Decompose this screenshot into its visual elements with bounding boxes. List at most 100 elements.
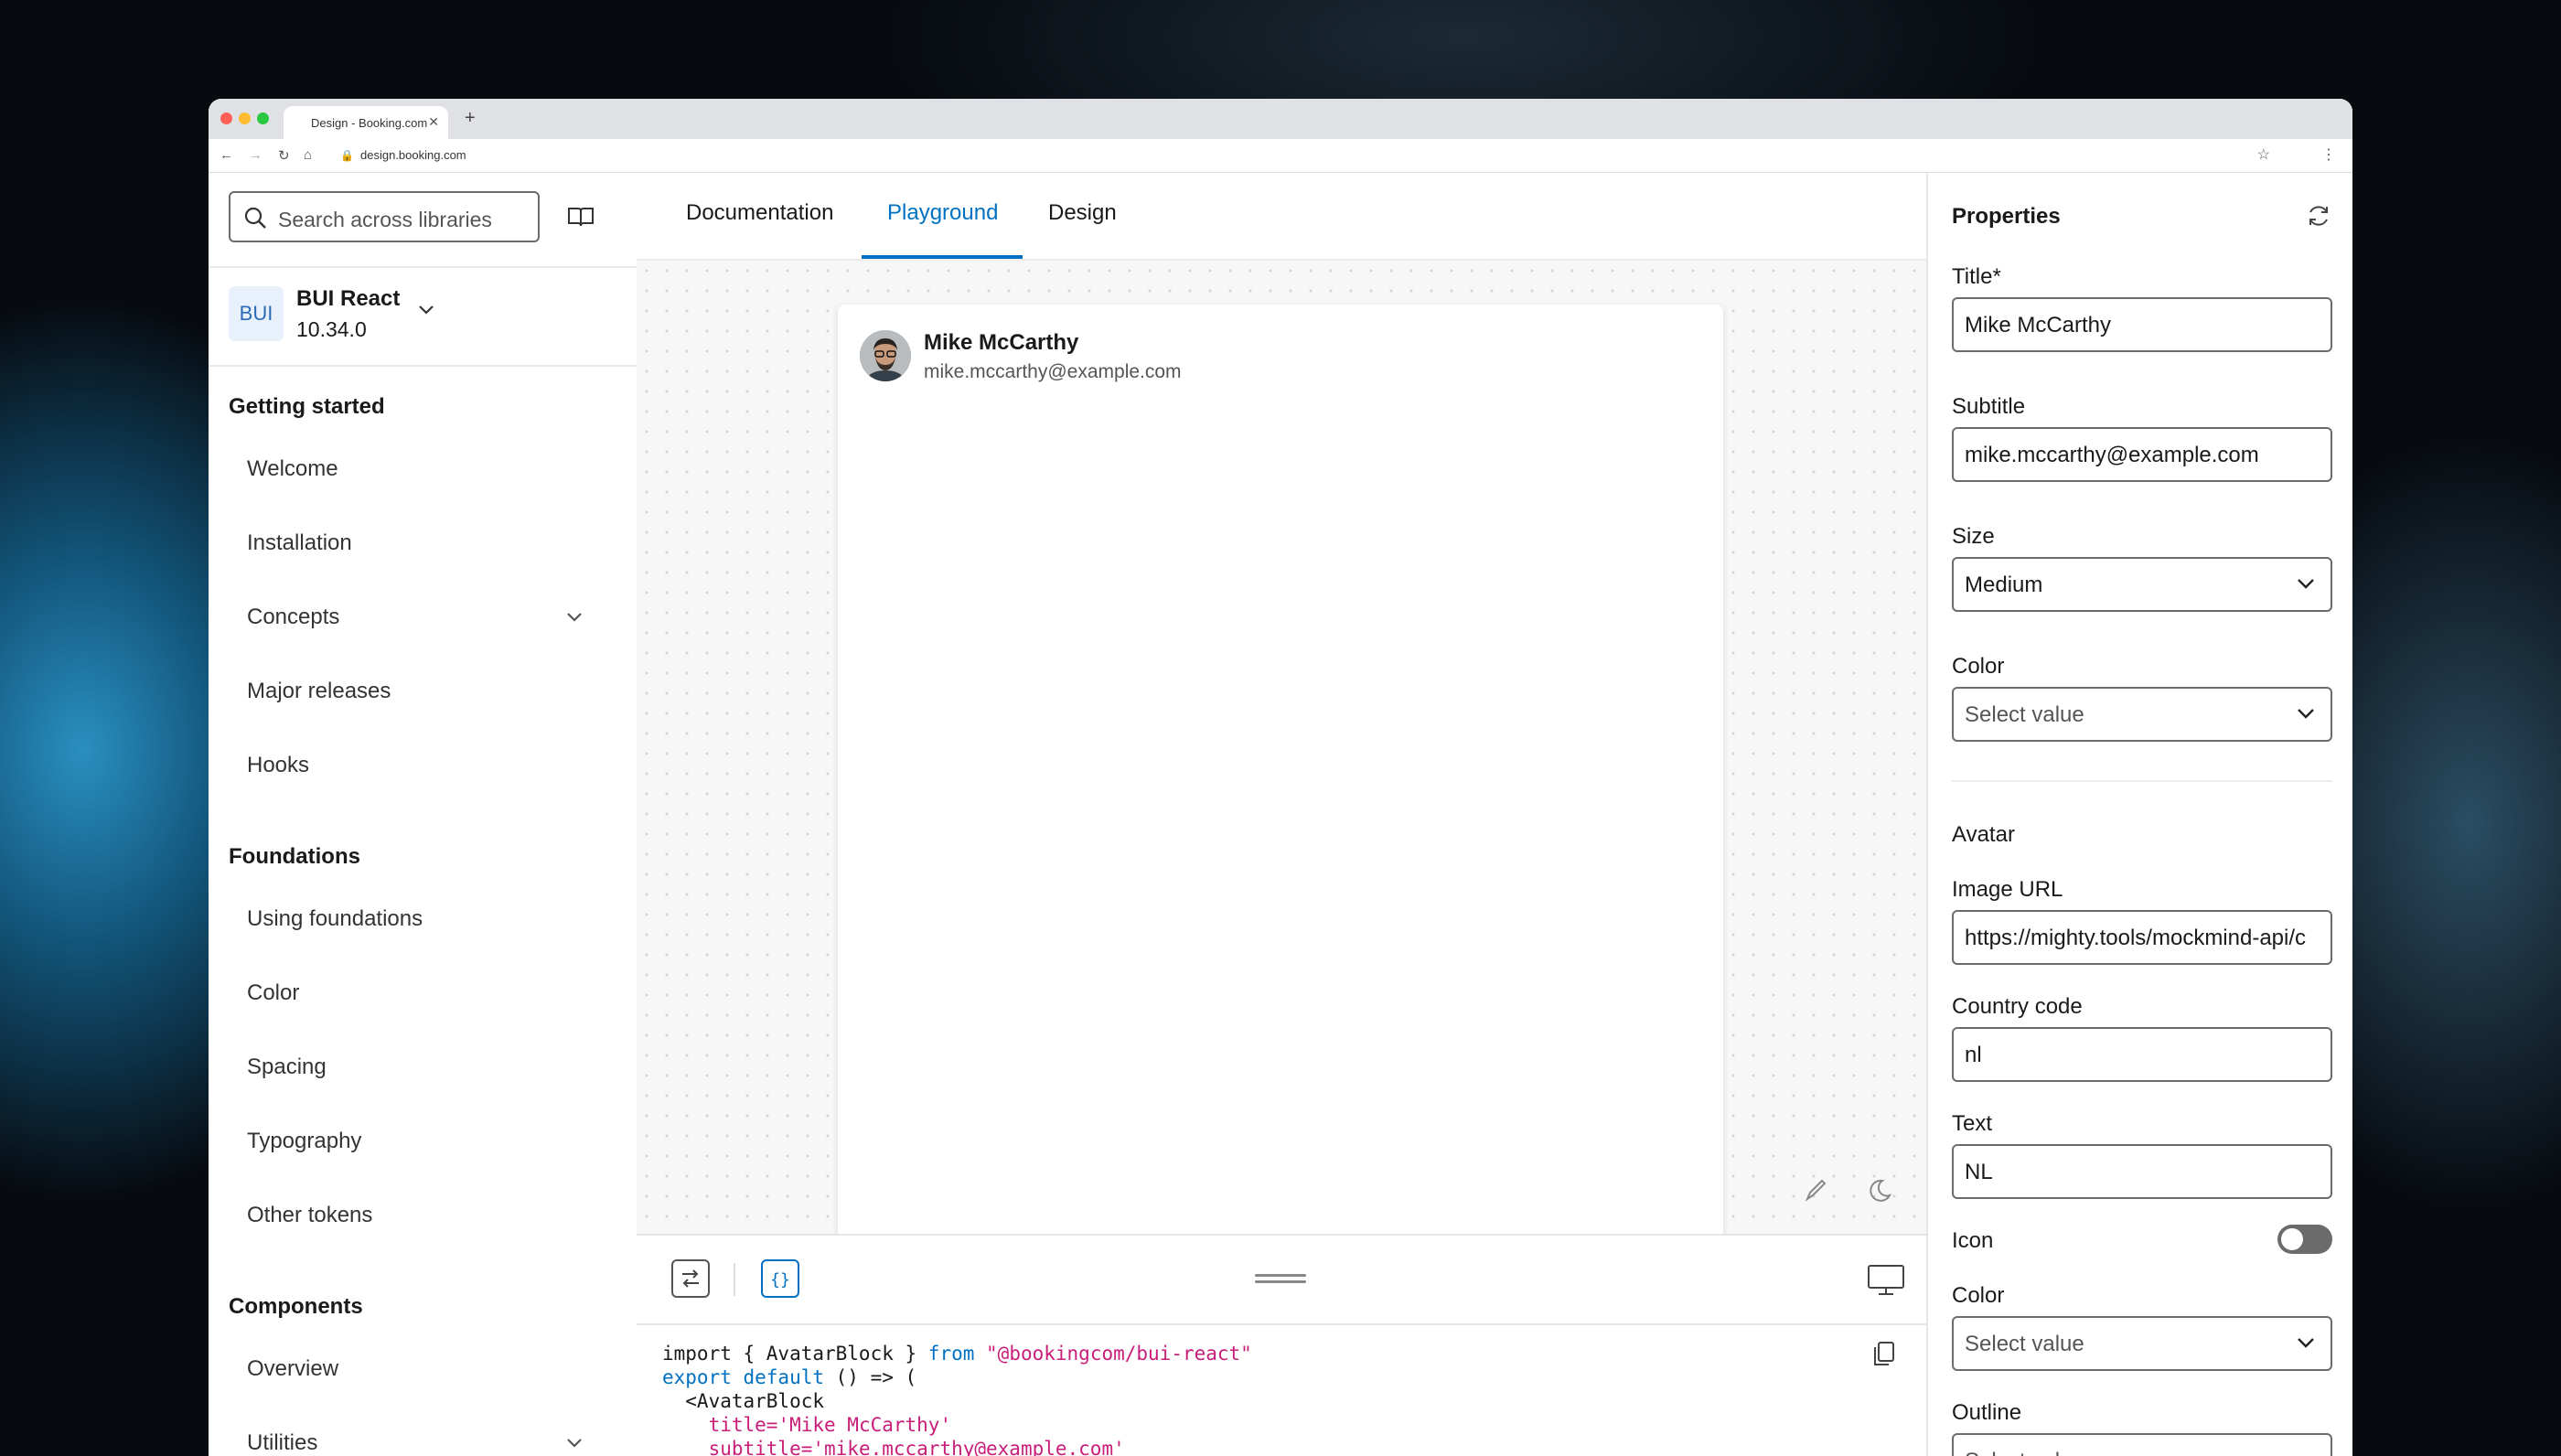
- browser-tab-title: Design - Booking.com: [311, 116, 428, 130]
- search-icon: [244, 207, 266, 229]
- sidebar-item-hooks[interactable]: Hooks: [247, 753, 309, 778]
- playground-canvas: Mike McCarthy mike.mccarthy@example.com: [637, 261, 1926, 1237]
- code-string: "@bookingcom/bui-react": [986, 1343, 1252, 1365]
- size-label: Size: [1952, 524, 1995, 549]
- avatar-block-title: Mike McCarthy: [924, 330, 1079, 355]
- library-name[interactable]: BUI React: [296, 286, 400, 312]
- code-import: import { AvatarBlock }: [662, 1343, 928, 1365]
- sidebar-item-other-tokens[interactable]: Other tokens: [247, 1203, 372, 1228]
- sidebar-item-using-foundations[interactable]: Using foundations: [247, 906, 423, 932]
- reload-icon[interactable]: ↻: [278, 147, 290, 164]
- avatar-block-subtitle: mike.mccarthy@example.com: [924, 361, 1182, 382]
- sidebar-item-typography[interactable]: Typography: [247, 1129, 361, 1154]
- copy-icon[interactable]: [1871, 1340, 1897, 1367]
- bookmark-star-icon[interactable]: ☆: [2257, 145, 2270, 164]
- sidebar-item-concepts[interactable]: Concepts: [247, 605, 339, 630]
- sidebar-item-color[interactable]: Color: [247, 980, 299, 1006]
- sidebar-item-overview[interactable]: Overview: [247, 1356, 338, 1382]
- code-snippet: import { AvatarBlock } from "@bookingcom…: [662, 1342, 1252, 1456]
- active-tab-indicator: [862, 255, 1023, 259]
- size-value: Medium: [1965, 573, 2043, 597]
- forward-icon[interactable]: →: [249, 147, 263, 163]
- search-input[interactable]: Search across libraries: [229, 191, 540, 242]
- search-placeholder: Search across libraries: [278, 208, 492, 231]
- desktop-view-icon[interactable]: [1866, 1261, 1906, 1298]
- swap-icon: [682, 1269, 699, 1288]
- library-badge: BUI: [229, 286, 284, 341]
- text-field[interactable]: NL: [1952, 1144, 2332, 1199]
- home-icon[interactable]: ⌂: [304, 147, 312, 163]
- subtitle-label: Subtitle: [1952, 394, 2026, 419]
- section-components: Components: [229, 1294, 363, 1319]
- toggle-knob: [2281, 1228, 2303, 1250]
- code-keyword: export default: [662, 1366, 825, 1388]
- dark-mode-moon-icon[interactable]: [1866, 1177, 1893, 1204]
- swap-layout-button[interactable]: [671, 1259, 710, 1298]
- code-text: <AvatarBlock: [662, 1390, 825, 1412]
- title-field[interactable]: Mike McCarthy: [1952, 297, 2332, 352]
- icon-label: Icon: [1952, 1228, 1994, 1253]
- code-attr: title=: [662, 1414, 778, 1436]
- outline-select[interactable]: Select value: [1952, 1433, 2332, 1456]
- subtitle-field[interactable]: mike.mccarthy@example.com: [1952, 427, 2332, 482]
- close-tab-icon[interactable]: ✕: [428, 114, 439, 130]
- icon-toggle[interactable]: [2277, 1225, 2332, 1254]
- sidebar-divider: [209, 266, 637, 268]
- outline-placeholder: Select value: [1965, 1449, 2084, 1456]
- chevron-down-icon: [2298, 1338, 2314, 1348]
- size-select[interactable]: Medium: [1952, 557, 2332, 612]
- text-value: NL: [1965, 1160, 1993, 1184]
- brush-icon[interactable]: [1802, 1177, 1827, 1203]
- code-toggle-button[interactable]: {}: [761, 1259, 799, 1298]
- tab-design[interactable]: Design: [1048, 200, 1117, 226]
- image-url-value: https://mighty.tools/mockmind-api/c: [1965, 926, 2307, 950]
- country-code-value: nl: [1965, 1043, 1982, 1067]
- avatar-heading: Avatar: [1952, 822, 2015, 847]
- maximize-window-button[interactable]: [257, 112, 269, 124]
- chevron-down-icon[interactable]: [565, 612, 584, 623]
- main-content: Documentation Playground Design Mike McC…: [637, 173, 2097, 1456]
- library-version: 10.34.0: [296, 317, 367, 341]
- section-foundations: Foundations: [229, 844, 360, 869]
- tab-playground[interactable]: Playground: [887, 200, 998, 226]
- reset-icon[interactable]: [2305, 202, 2332, 230]
- address-bar: ← → ↻ ⌂ 🔒 design.booking.com ☆ ⋮: [209, 139, 2352, 173]
- tab-documentation[interactable]: Documentation: [686, 200, 833, 226]
- lock-icon: 🔒: [340, 149, 354, 162]
- avatar-color-select[interactable]: Select value: [1952, 1316, 2332, 1371]
- properties-heading: Properties: [1952, 204, 2061, 229]
- browser-tab[interactable]: Design - Booking.com ✕: [284, 106, 448, 139]
- chevron-down-icon: [2298, 579, 2314, 589]
- new-tab-icon[interactable]: +: [465, 108, 476, 129]
- chevron-down-icon[interactable]: [417, 305, 435, 316]
- sidebar: Search across libraries BUI BUI React 10…: [209, 173, 638, 1456]
- sidebar-item-welcome[interactable]: Welcome: [247, 456, 338, 482]
- chevron-down-icon[interactable]: [565, 1438, 584, 1449]
- browser-menu-icon[interactable]: ⋮: [2321, 145, 2336, 164]
- url-field[interactable]: design.booking.com: [360, 148, 466, 162]
- sidebar-item-installation[interactable]: Installation: [247, 530, 352, 556]
- resize-handle[interactable]: [1255, 1274, 1306, 1285]
- back-icon[interactable]: ←: [220, 147, 233, 163]
- color-placeholder: Select value: [1965, 702, 2084, 727]
- code-string: 'mike.mccarthy@example.com': [812, 1438, 1125, 1456]
- sidebar-divider: [209, 365, 637, 367]
- tab-bar: Documentation Playground Design: [637, 173, 1926, 261]
- sidebar-item-spacing[interactable]: Spacing: [247, 1055, 327, 1080]
- country-code-field[interactable]: nl: [1952, 1027, 2332, 1082]
- minimize-window-button[interactable]: [239, 112, 251, 124]
- image-url-field[interactable]: https://mighty.tools/mockmind-api/c: [1952, 910, 2332, 965]
- section-getting-started: Getting started: [229, 394, 385, 419]
- book-icon[interactable]: [567, 206, 595, 228]
- properties-panel: Properties Title* Mike McCarthy Subtitle…: [1926, 173, 2352, 1456]
- sidebar-item-utilities[interactable]: Utilities: [247, 1430, 317, 1456]
- sidebar-item-major-releases[interactable]: Major releases: [247, 679, 391, 704]
- text-label: Text: [1952, 1111, 1993, 1136]
- color-select[interactable]: Select value: [1952, 687, 2332, 742]
- properties-divider: [1952, 780, 2332, 782]
- close-window-button[interactable]: [220, 112, 232, 124]
- app: Search across libraries BUI BUI React 10…: [209, 173, 2352, 1456]
- browser-window: Design - Booking.com ✕ + ← → ↻ ⌂ 🔒 desig…: [209, 99, 2352, 1456]
- subtitle-value: mike.mccarthy@example.com: [1965, 443, 2259, 467]
- avatar-color-placeholder: Select value: [1965, 1332, 2084, 1356]
